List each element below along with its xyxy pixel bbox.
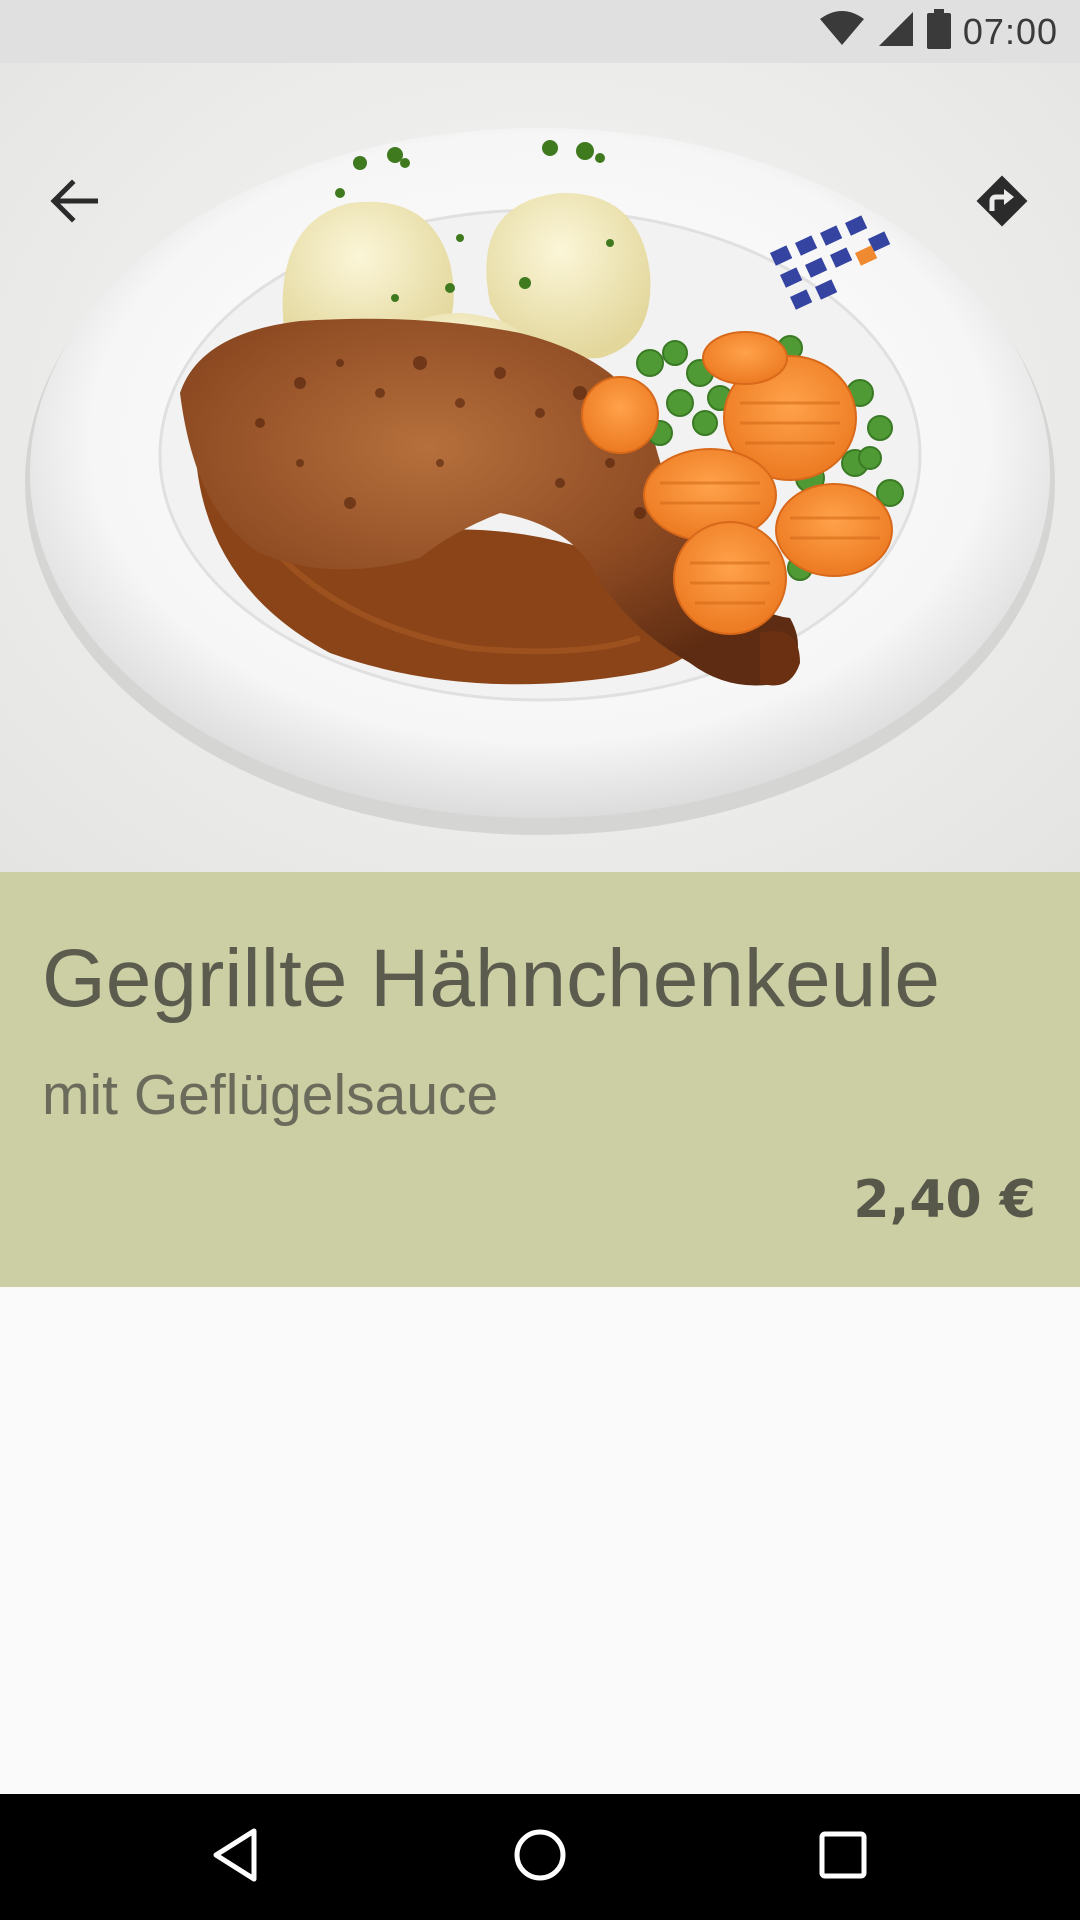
dish-info-panel: Gegrillte Hähnchenkeule mit Geflügelsauc… xyxy=(0,872,1080,1287)
dish-price: 2,40 € xyxy=(853,1170,1036,1230)
dish-title: Gegrillte Hähnchenkeule xyxy=(42,933,940,1024)
arrow-back-icon xyxy=(50,179,98,223)
status-bar: 07:00 xyxy=(0,0,1080,63)
back-button[interactable] xyxy=(36,163,112,239)
dish-subtitle: mit Geflügelsauce xyxy=(42,1063,499,1127)
status-time: 07:00 xyxy=(962,10,1058,52)
nav-recents-icon xyxy=(818,1830,868,1885)
dish-photo xyxy=(0,63,1080,872)
nav-home-button[interactable] xyxy=(505,1822,575,1892)
directions-icon xyxy=(974,173,1030,229)
directions-button[interactable] xyxy=(960,159,1044,243)
wifi-icon xyxy=(819,11,865,52)
nav-recents-button[interactable] xyxy=(808,1822,878,1892)
navigation-bar xyxy=(0,1794,1080,1920)
cell-signal-icon xyxy=(877,10,915,53)
nav-back-button[interactable] xyxy=(200,1822,270,1892)
nav-back-icon xyxy=(210,1827,260,1888)
nav-home-icon xyxy=(512,1827,568,1888)
battery-icon xyxy=(926,9,951,54)
